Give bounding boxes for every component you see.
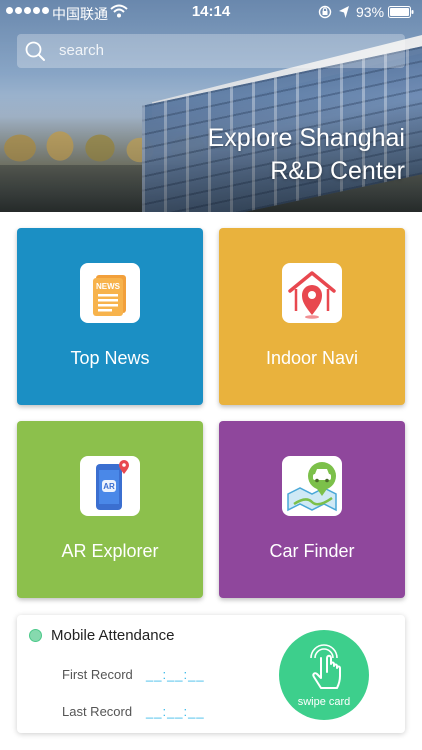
hero-title-line2: R&D Center bbox=[270, 157, 405, 185]
last-record-value: __:__:__ bbox=[146, 704, 205, 719]
ar-phone-icon: AR bbox=[80, 456, 140, 516]
hero-title-line1: Explore Shanghai bbox=[207, 124, 405, 152]
tap-hand-icon bbox=[310, 644, 341, 689]
search-bar[interactable]: search bbox=[17, 34, 405, 68]
first-record-label: First Record bbox=[62, 667, 133, 682]
rotation-lock-icon bbox=[318, 5, 332, 19]
indoor-navi-label: Indoor Navi bbox=[265, 348, 359, 368]
status-dot-icon bbox=[29, 629, 42, 642]
ar-explorer-tile[interactable]: AR AR Explorer bbox=[17, 421, 203, 598]
search-placeholder: search bbox=[59, 42, 105, 59]
attendance-title: Mobile Attendance bbox=[51, 627, 175, 644]
battery-icon bbox=[388, 6, 414, 18]
search-icon bbox=[25, 41, 45, 61]
top-news-tile[interactable]: NEWS Top News bbox=[17, 228, 203, 405]
car-map-icon bbox=[282, 456, 342, 516]
top-news-label: Top News bbox=[70, 348, 150, 368]
swipe-card-button[interactable]: swipe card bbox=[279, 630, 369, 720]
news-icon: NEWS bbox=[80, 263, 140, 323]
first-record-value: __:__:__ bbox=[146, 667, 205, 682]
ar-explorer-label: AR Explorer bbox=[61, 541, 159, 561]
status-bar: 中国联通 14:14 93% bbox=[0, 0, 422, 24]
swipe-card-label: swipe card bbox=[297, 696, 351, 708]
svg-text:AR: AR bbox=[103, 482, 115, 491]
indoor-navi-tile[interactable]: Indoor Navi bbox=[219, 228, 405, 405]
battery-percentage: 93% bbox=[356, 4, 385, 20]
hero-title: Explore Shanghai R&D Center bbox=[105, 122, 405, 188]
location-arrow-icon bbox=[339, 6, 349, 18]
house-location-icon bbox=[282, 263, 342, 323]
attendance-card: Mobile Attendance First Record __:__:__ … bbox=[17, 615, 405, 733]
svg-text:NEWS: NEWS bbox=[96, 282, 121, 291]
car-finder-label: Car Finder bbox=[269, 541, 355, 561]
last-record-label: Last Record bbox=[62, 704, 133, 719]
hero-banner: 中国联通 14:14 93% search Explore Shanghai R… bbox=[0, 0, 422, 212]
car-finder-tile[interactable]: Car Finder bbox=[219, 421, 405, 598]
